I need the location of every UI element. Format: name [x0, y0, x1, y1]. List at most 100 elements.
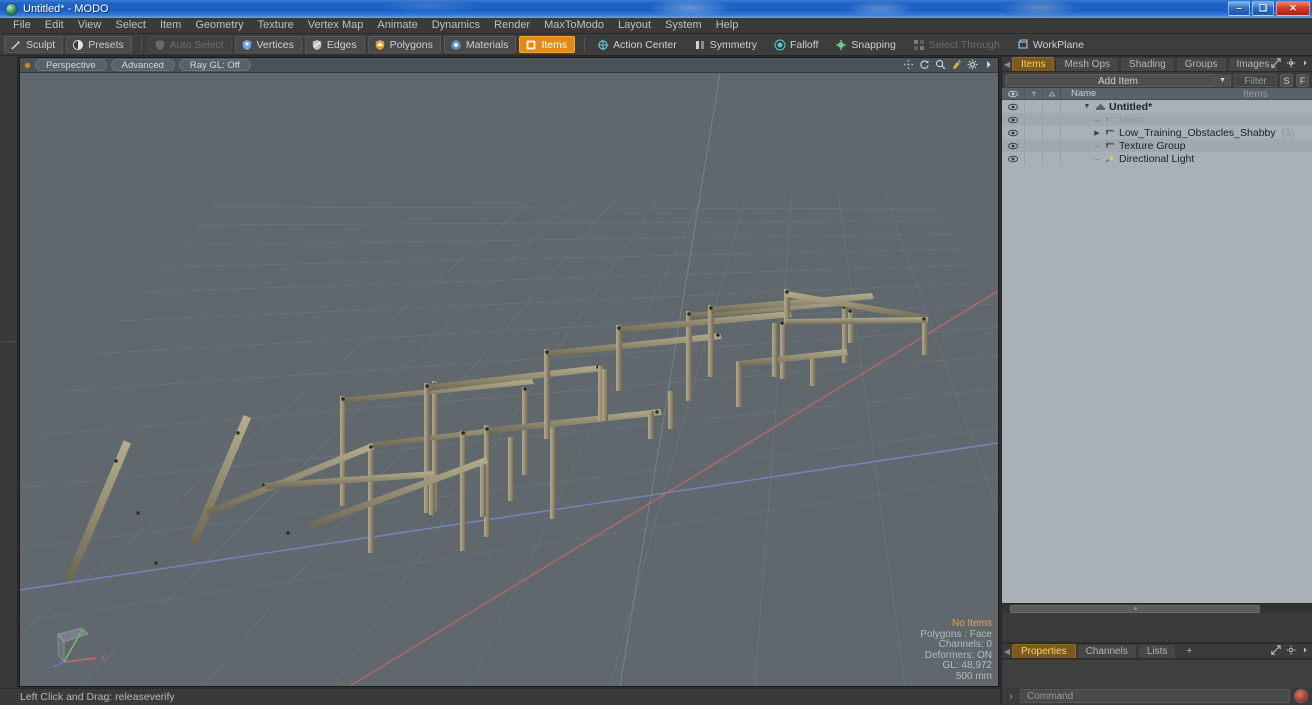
edges-button[interactable]: Edges — [304, 36, 365, 53]
lock-cell[interactable] — [1024, 126, 1042, 139]
snapping-button[interactable]: Snapping — [829, 36, 903, 53]
gear-icon[interactable] — [1286, 645, 1296, 655]
tree-row-directional-light[interactable]: – Directional Light — [1002, 152, 1312, 165]
menu-view[interactable]: View — [71, 18, 109, 33]
viewport-shading-mode[interactable]: Advanced — [110, 59, 175, 71]
tab-properties[interactable]: Properties — [1012, 644, 1076, 658]
viewport-raygl-toggle[interactable]: Ray GL: Off — [178, 59, 251, 71]
tree-row-mesh[interactable]: – Mesh — [1002, 113, 1312, 126]
command-record-button[interactable] — [1294, 689, 1308, 703]
visibility-toggle[interactable] — [1002, 155, 1024, 163]
menu-vertex-map[interactable]: Vertex Map — [301, 18, 371, 33]
menu-animate[interactable]: Animate — [370, 18, 424, 33]
close-button[interactable]: ✕ — [1276, 1, 1310, 16]
action-center-button[interactable]: Action Center — [591, 36, 685, 53]
minimize-button[interactable]: – — [1228, 1, 1250, 16]
render-cell[interactable] — [1042, 100, 1060, 113]
viewport-view-mode[interactable]: Perspective — [35, 59, 107, 71]
viewport-canvas[interactable]: X No Items Polygons : Face Channels: 0 D… — [20, 73, 998, 686]
pan-icon[interactable] — [903, 59, 914, 70]
menu-geometry[interactable]: Geometry — [188, 18, 250, 33]
chevron-down-icon[interactable]: ▼ — [1214, 73, 1230, 87]
gear-icon[interactable] — [1286, 58, 1296, 68]
render-cell[interactable] — [1042, 152, 1060, 165]
menu-dynamics[interactable]: Dynamics — [425, 18, 487, 33]
menu-file[interactable]: File — [6, 18, 38, 33]
expand-icon[interactable] — [1271, 645, 1281, 655]
filter-f-button[interactable]: F — [1296, 73, 1309, 87]
chevron-right-icon[interactable] — [983, 59, 994, 70]
tab-lists[interactable]: Lists — [1137, 644, 1177, 658]
menu-render[interactable]: Render — [487, 18, 537, 33]
tabs-scroll-left-icon[interactable]: ◀ — [1002, 644, 1012, 658]
lock-cell[interactable] — [1024, 139, 1042, 152]
visibility-toggle[interactable] — [1002, 116, 1024, 124]
item-tree-hscrollbar[interactable] — [1002, 603, 1312, 613]
filter-s-button[interactable]: S — [1280, 73, 1293, 87]
vertices-button[interactable]: Vertices — [234, 36, 302, 53]
workplane-button[interactable]: WorkPlane — [1011, 36, 1092, 53]
tab-mesh-ops[interactable]: Mesh Ops — [1055, 57, 1120, 71]
tree-row-scene[interactable]: ▼ Untitled* — [1002, 100, 1312, 113]
tab-add[interactable]: + — [1177, 644, 1201, 658]
hscrollbar-thumb[interactable] — [1010, 604, 1260, 613]
menu-texture[interactable]: Texture — [251, 18, 301, 33]
tab-groups[interactable]: Groups — [1175, 57, 1227, 71]
tab-items[interactable]: Items — [1012, 57, 1055, 71]
menu-system[interactable]: System — [658, 18, 709, 33]
visibility-toggle[interactable] — [1002, 142, 1024, 150]
visibility-toggle[interactable] — [1002, 103, 1024, 111]
properties-content-area[interactable] — [1002, 659, 1312, 687]
auto-select-button[interactable]: Auto Select — [147, 36, 232, 53]
tree-name-cell[interactable]: – Texture Group — [1060, 139, 1312, 152]
tab-shading[interactable]: Shading — [1120, 57, 1175, 71]
item-tree[interactable]: ▼ Untitled* – Mesh ▶ Low_Training_Obstac… — [1002, 100, 1312, 613]
tree-name-cell[interactable]: – Directional Light — [1060, 152, 1312, 165]
falloff-button[interactable]: Falloff — [768, 36, 826, 53]
symmetry-button[interactable]: Symmetry — [688, 36, 765, 53]
polygons-button[interactable]: Polygons — [367, 36, 441, 53]
menu-help[interactable]: Help — [709, 18, 746, 33]
render-cell[interactable] — [1042, 139, 1060, 152]
tabs-scroll-left-icon[interactable]: ◀ — [1002, 57, 1012, 71]
lock-cell[interactable] — [1024, 113, 1042, 126]
chevron-right-icon[interactable] — [1301, 645, 1309, 655]
tree-row-texture-group[interactable]: – Texture Group — [1002, 139, 1312, 152]
tree-name-cell[interactable]: ▼ Untitled* — [1060, 100, 1312, 113]
menu-edit[interactable]: Edit — [38, 18, 71, 33]
viewport-menu-dot-icon[interactable] — [24, 61, 31, 69]
viewport-3d[interactable]: Perspective Advanced Ray GL: Off X No It… — [19, 57, 999, 687]
twisty-open-icon[interactable]: ▼ — [1082, 103, 1092, 110]
chevron-right-icon[interactable] — [1301, 58, 1309, 68]
filter-items-input[interactable]: Filter Items — [1234, 73, 1277, 100]
menu-layout[interactable]: Layout — [611, 18, 658, 33]
menu-select[interactable]: Select — [108, 18, 153, 33]
lock-cell[interactable] — [1024, 152, 1042, 165]
select-through-button[interactable]: Select Through — [907, 36, 1008, 53]
tab-channels[interactable]: Channels — [1076, 644, 1137, 658]
materials-button[interactable]: Materials — [443, 36, 517, 53]
rotate-icon[interactable] — [919, 59, 930, 70]
expand-icon[interactable] — [1271, 58, 1281, 68]
tree-name-cell[interactable]: ▶ Low_Training_Obstacles_Shabby (3) — [1060, 126, 1312, 139]
render-cell[interactable] — [1042, 126, 1060, 139]
paint-icon[interactable] — [951, 59, 962, 70]
gear-icon[interactable] — [967, 59, 978, 70]
twisty-closed-icon[interactable]: ▶ — [1092, 129, 1102, 137]
visibility-toggle[interactable] — [1002, 129, 1024, 137]
items-button[interactable]: Items — [519, 36, 576, 53]
axis-gizmo[interactable]: X — [48, 622, 110, 672]
add-item-button[interactable]: Add Item ▼ — [1005, 73, 1231, 87]
menu-maxtomodo[interactable]: MaxToModo — [537, 18, 611, 33]
command-input[interactable]: Command — [1020, 689, 1290, 703]
menu-item[interactable]: Item — [153, 18, 188, 33]
zoom-icon[interactable] — [935, 59, 946, 70]
tree-name-cell[interactable]: – Mesh — [1060, 113, 1312, 126]
left-tool-gutter[interactable] — [0, 56, 18, 688]
lock-cell[interactable] — [1024, 100, 1042, 113]
presets-button[interactable]: Presets — [66, 36, 132, 53]
maximize-button[interactable]: ❑ — [1252, 1, 1274, 16]
tree-row-low-training-obstacles-shabby[interactable]: ▶ Low_Training_Obstacles_Shabby (3) — [1002, 126, 1312, 139]
render-cell[interactable] — [1042, 113, 1060, 126]
sculpt-button[interactable]: Sculpt — [4, 36, 64, 53]
